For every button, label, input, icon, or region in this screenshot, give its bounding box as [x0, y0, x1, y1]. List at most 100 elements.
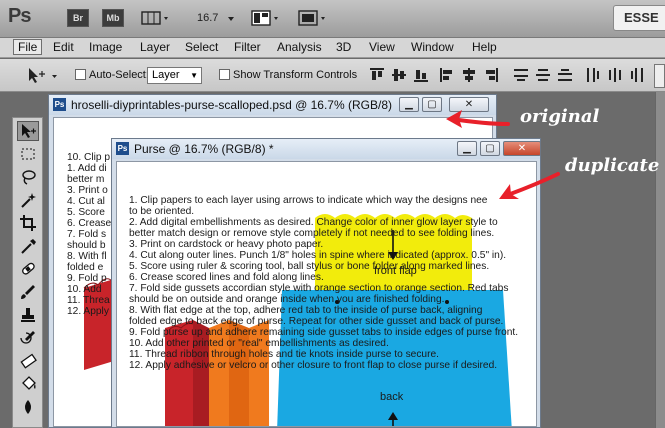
original-line: 1. Add di [67, 163, 107, 174]
photoshop-document-icon: Ps [116, 142, 129, 155]
distribute-horizontal-icon[interactable] [608, 68, 622, 87]
align-top-icon[interactable] [370, 68, 384, 87]
instruction-line: 3. Print on cardstock or heavy photo pap… [129, 239, 324, 250]
close-button[interactable]: ✕ [503, 141, 541, 156]
show-transform-label: Show Transform Controls [233, 69, 358, 81]
lasso-icon[interactable] [17, 168, 39, 188]
options-bar: Auto-Select: Layer ▼ Show Transform Cont… [0, 59, 665, 92]
photoshop-document-icon: Ps [53, 98, 66, 111]
align-bottom-icon[interactable] [414, 68, 428, 87]
menu-select[interactable]: Select [185, 40, 218, 54]
original-line: should b [67, 240, 106, 251]
menu-filter[interactable]: Filter [234, 40, 261, 54]
zoom-level[interactable]: 16.7 [197, 12, 218, 24]
instruction-line: should be on outside and orange inside w… [129, 294, 445, 305]
distribute-bottom-icon[interactable] [558, 68, 572, 87]
menu-bar: File Edit Image Layer Select Filter Anal… [0, 38, 665, 58]
distribute-center-icon[interactable] [536, 68, 550, 87]
menu-3d[interactable]: 3D [336, 40, 351, 54]
menu-analysis[interactable]: Analysis [277, 40, 322, 54]
crop-icon[interactable] [17, 214, 39, 234]
instruction-line: 1. Clip papers to each layer using arrow… [129, 195, 488, 206]
instruction-line: 2. Add digital embellishments as desired… [129, 217, 498, 228]
instruction-line: 10. Add other printed or "real" embellis… [129, 338, 389, 349]
original-line: 7. Fold s [67, 229, 107, 240]
original-line: 10. Add [67, 284, 102, 295]
duplicate-document-titlebar[interactable]: Ps Purse @ 16.7% (RGB/8) * ▁ ▢ ✕ [112, 139, 541, 159]
mini-bridge-button[interactable]: Mb [102, 9, 124, 27]
menu-view[interactable]: View [369, 40, 395, 54]
auto-select-label: Auto-Select: [89, 69, 149, 81]
close-button[interactable]: ✕ [449, 97, 489, 112]
auto-select-dropdown[interactable]: Layer ▼ [147, 67, 202, 84]
menu-layer[interactable]: Layer [140, 40, 170, 54]
menu-image[interactable]: Image [89, 40, 122, 54]
duplicate-document-window[interactable]: Ps Purse @ 16.7% (RGB/8) * ▁ ▢ ✕ front f… [111, 138, 541, 428]
chevron-down-icon: ▼ [190, 71, 198, 80]
original-line: 6. Crease [67, 218, 112, 229]
arrange-documents-icon[interactable] [250, 9, 282, 27]
healing-brush-icon[interactable] [17, 260, 39, 280]
original-line: 3. Print o [67, 185, 108, 196]
photoshop-logo: Ps [8, 5, 31, 27]
show-transform-checkbox[interactable] [219, 69, 230, 80]
minimize-button[interactable]: ▁ [457, 141, 477, 156]
history-brush-icon[interactable] [17, 329, 39, 349]
auto-select-value: Layer [152, 69, 180, 81]
brush-icon[interactable] [17, 283, 39, 303]
original-line: 4. Cut al [67, 196, 105, 207]
bridge-button[interactable]: Br [67, 9, 89, 27]
instruction-line: 9. Fold purse up and adhere remaining si… [129, 327, 519, 338]
minimize-button[interactable]: ▁ [399, 97, 419, 112]
original-annotation-label: original [520, 106, 600, 127]
eraser-icon[interactable] [17, 352, 39, 372]
original-line: 5. Score [67, 207, 105, 218]
instruction-line: better match design or remove style comp… [129, 228, 495, 239]
move-tool-icon[interactable] [17, 121, 39, 141]
original-document-titlebar[interactable]: Ps hroselli-diyprintables-purse-scallope… [49, 95, 496, 115]
rectangular-marquee-icon[interactable] [17, 145, 39, 165]
zoom-dropdown-icon[interactable] [227, 9, 237, 27]
maximize-button[interactable]: ▢ [480, 141, 500, 156]
original-line: folded e [67, 262, 104, 273]
magic-wand-icon[interactable] [17, 191, 39, 211]
auto-align-layers-button[interactable] [654, 64, 665, 88]
original-line: 9. Fold p [67, 273, 107, 284]
menu-file[interactable]: File [13, 39, 43, 55]
menu-help[interactable]: Help [472, 40, 497, 54]
move-tool-preset-icon[interactable] [26, 67, 60, 90]
original-line: better m [67, 174, 105, 185]
original-line: 10. Clip p [67, 152, 111, 163]
duplicate-document-title: Purse @ 16.7% (RGB/8) * [134, 142, 274, 156]
clone-stamp-icon[interactable] [17, 306, 39, 326]
distribute-right-icon[interactable] [630, 68, 644, 87]
align-vertical-center-icon[interactable] [392, 68, 406, 87]
align-horizontal-center-icon[interactable] [462, 68, 476, 87]
workspace-switcher-button[interactable]: ESSE [613, 5, 665, 31]
instruction-line: 5. Score using ruler & scoring tool, bal… [129, 261, 490, 272]
distribute-left-icon[interactable] [586, 68, 600, 87]
original-line: 12. Apply [67, 306, 109, 317]
maximize-button[interactable]: ▢ [422, 97, 442, 112]
screen-mode-icon[interactable] [297, 9, 329, 27]
auto-select-checkbox[interactable] [75, 69, 86, 80]
menu-window[interactable]: Window [411, 40, 454, 54]
menu-edit[interactable]: Edit [53, 40, 74, 54]
align-left-icon[interactable] [440, 68, 454, 87]
original-line: 8. With fl [67, 251, 107, 262]
tools-panel [12, 117, 43, 428]
distribute-top-icon[interactable] [514, 68, 528, 87]
back-label: back [380, 391, 404, 403]
instruction-line: 11. Thread ribbon through holes and tie … [129, 349, 439, 360]
view-extras-icon[interactable] [140, 9, 172, 27]
instruction-line: 4. Cut along outer lines. Punch 1/8" hol… [129, 250, 507, 261]
align-right-icon[interactable] [484, 68, 498, 87]
instruction-line: 7. Fold side gussets accordian style wit… [129, 283, 509, 294]
blur-icon[interactable] [17, 398, 39, 418]
original-line: 11. Threa [67, 295, 110, 306]
paint-bucket-icon[interactable] [17, 375, 39, 395]
eyedropper-icon[interactable] [17, 237, 39, 257]
instruction-line: 8. With flat edge at the top, adhere red… [129, 305, 483, 316]
panel-dock-edge[interactable] [655, 92, 665, 428]
duplicate-document-canvas[interactable]: front flap back 1. Clip papers to each l… [116, 161, 537, 427]
